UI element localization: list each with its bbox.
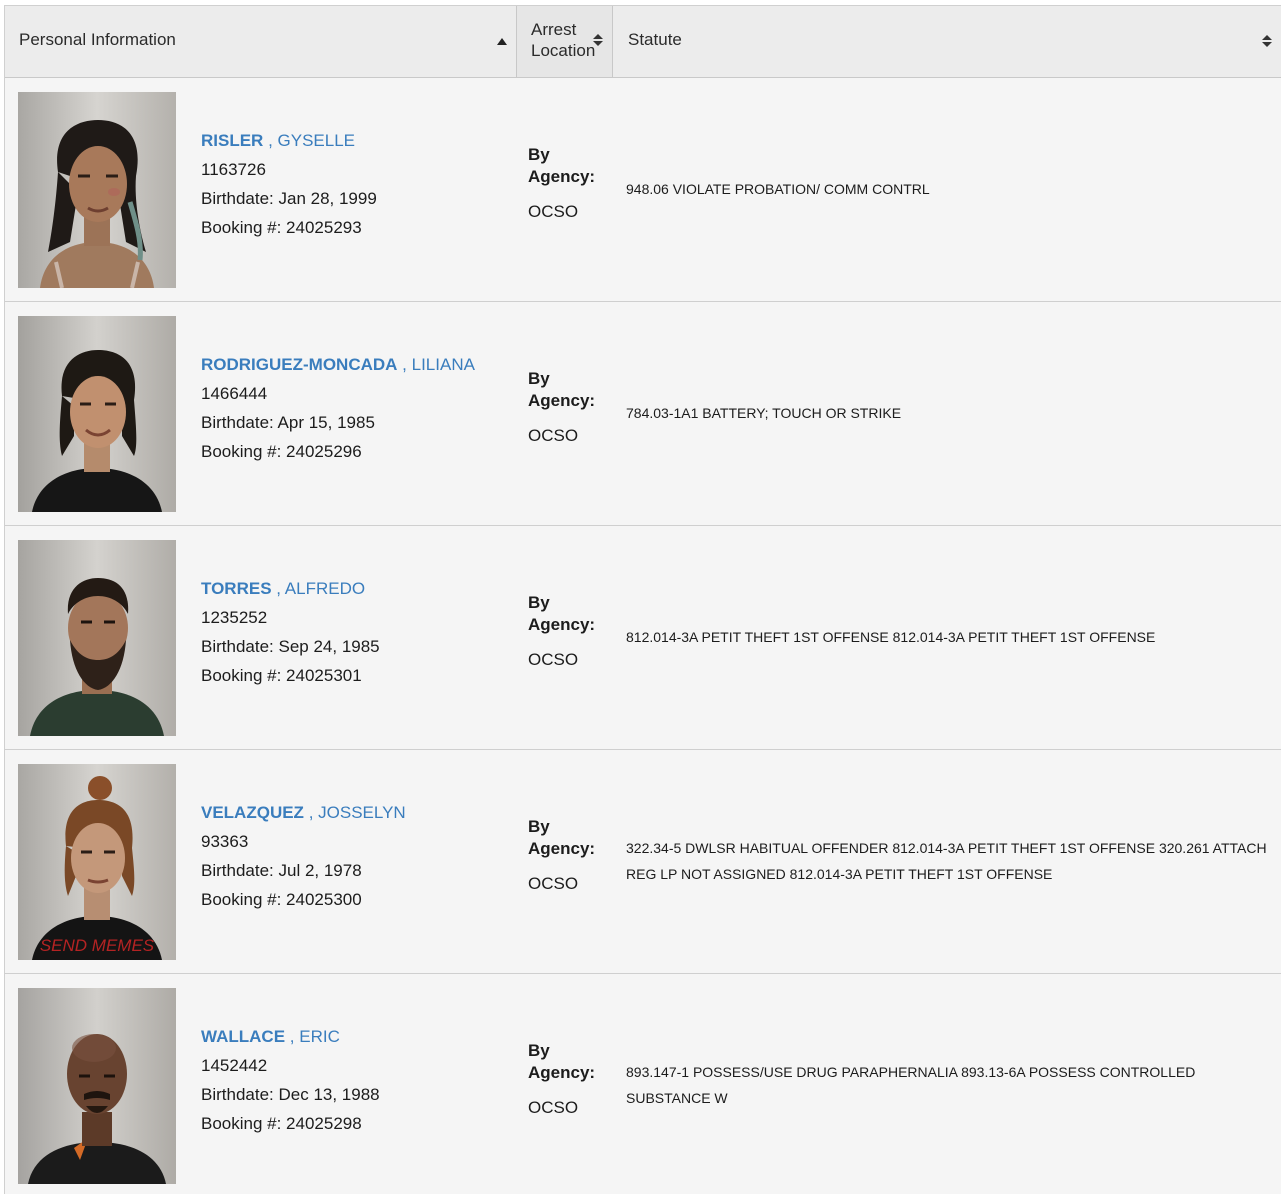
birthdate: Birthdate: Dec 13, 1988 xyxy=(201,1085,380,1104)
last-name: TORRES xyxy=(201,579,272,598)
arrest-location: By Agency: OCSO xyxy=(528,816,613,895)
agency-name: OCSO xyxy=(528,202,579,221)
inmate-name-link[interactable]: VELAZQUEZ , JOSSELYN xyxy=(201,803,516,823)
by-agency-label: By Agency: xyxy=(528,369,596,410)
statute-text: 322.34-5 DWLSR HABITUAL OFFENDER 812.014… xyxy=(626,840,1267,882)
table-row: TORRES , ALFREDO 1235252 Birthdate: Sep … xyxy=(5,526,1281,750)
last-name: RODRIGUEZ-MONCADA xyxy=(201,355,398,374)
inmate-id: 1452442 xyxy=(201,1056,268,1075)
by-agency-label: By Agency: xyxy=(528,145,596,186)
first-name: , JOSSELYN xyxy=(308,803,406,822)
birthdate: Birthdate: Jan 28, 1999 xyxy=(201,189,377,208)
mugshot-photo[interactable] xyxy=(18,988,176,1184)
agency-name: OCSO xyxy=(528,874,579,893)
sort-both-icon xyxy=(593,34,603,48)
person-info: TORRES , ALFREDO 1235252 Birthdate: Sep … xyxy=(201,579,516,686)
table-row: WALLACE , ERIC 1452442 Birthdate: Dec 13… xyxy=(5,974,1281,1194)
arrest-location: By Agency: OCSO xyxy=(528,144,613,223)
inmate-table: Personal Information Arrest Location Sta… xyxy=(4,5,1281,1194)
column-header-arrest-location[interactable]: Arrest Location xyxy=(516,6,613,77)
table-row: RODRIGUEZ-MONCADA , LILIANA 1466444 Birt… xyxy=(5,302,1281,526)
mugshot-photo[interactable] xyxy=(18,316,176,512)
statute-text: 784.03-1A1 BATTERY; TOUCH OR STRIKE xyxy=(626,405,902,421)
by-agency-label: By Agency: xyxy=(528,1041,596,1082)
mugshot-photo[interactable]: SEND MEMES xyxy=(18,764,176,960)
sort-ascending-icon xyxy=(497,38,507,45)
last-name: RISLER xyxy=(201,131,264,150)
inmate-id: 1235252 xyxy=(201,608,268,627)
booking-number: Booking #: 24025293 xyxy=(201,218,362,237)
table-row: RISLER , GYSELLE 1163726 Birthdate: Jan … xyxy=(5,78,1281,302)
mugshot-photo[interactable] xyxy=(18,92,176,288)
inmate-name-link[interactable]: RISLER , GYSELLE xyxy=(201,131,516,151)
first-name: , GYSELLE xyxy=(268,131,356,150)
inmate-name-link[interactable]: TORRES , ALFREDO xyxy=(201,579,516,599)
booking-number: Booking #: 24025296 xyxy=(201,442,362,461)
arrest-location: By Agency: OCSO xyxy=(528,368,613,447)
agency-name: OCSO xyxy=(528,1098,579,1117)
statute-text: 948.06 VIOLATE PROBATION/ COMM CONTRL xyxy=(626,181,930,197)
statute-text: 812.014-3A PETIT THEFT 1ST OFFENSE 812.0… xyxy=(626,629,1156,645)
inmate-id: 93363 xyxy=(201,832,249,851)
birthdate: Birthdate: Jul 2, 1978 xyxy=(201,861,362,880)
shirt-text: SEND MEMES xyxy=(40,936,155,955)
mugshot-photo[interactable] xyxy=(18,540,176,736)
booking-number: Booking #: 24025300 xyxy=(201,890,362,909)
first-name: , LILIANA xyxy=(402,355,475,374)
person-info: RISLER , GYSELLE 1163726 Birthdate: Jan … xyxy=(201,131,516,238)
agency-name: OCSO xyxy=(528,426,579,445)
table-row: SEND MEMES VELAZQUEZ , JOSSELYN 93363 Bi… xyxy=(5,750,1281,974)
statute-text: 893.147-1 POSSESS/USE DRUG PARAPHERNALIA… xyxy=(626,1064,1196,1106)
agency-name: OCSO xyxy=(528,650,579,669)
person-info: WALLACE , ERIC 1452442 Birthdate: Dec 13… xyxy=(201,1027,516,1134)
first-name: , ERIC xyxy=(289,1027,340,1046)
by-agency-label: By Agency: xyxy=(528,817,596,858)
column-header-statute[interactable]: Statute xyxy=(613,6,1281,77)
person-info: VELAZQUEZ , JOSSELYN 93363 Birthdate: Ju… xyxy=(201,803,516,910)
column-header-personal-information[interactable]: Personal Information xyxy=(5,6,516,77)
sort-both-icon xyxy=(1262,35,1272,49)
inmate-id: 1466444 xyxy=(201,384,268,403)
arrest-location: By Agency: OCSO xyxy=(528,592,613,671)
table-header: Personal Information Arrest Location Sta… xyxy=(5,6,1281,78)
last-name: WALLACE xyxy=(201,1027,286,1046)
by-agency-label: By Agency: xyxy=(528,593,596,634)
arrest-location: By Agency: OCSO xyxy=(528,1040,613,1119)
birthdate: Birthdate: Sep 24, 1985 xyxy=(201,637,380,656)
booking-number: Booking #: 24025301 xyxy=(201,666,362,685)
column-label: Statute xyxy=(628,30,682,49)
first-name: , ALFREDO xyxy=(276,579,366,598)
birthdate: Birthdate: Apr 15, 1985 xyxy=(201,413,375,432)
column-label: Personal Information xyxy=(19,30,176,49)
inmate-id: 1163726 xyxy=(201,160,266,179)
booking-number: Booking #: 24025298 xyxy=(201,1114,362,1133)
last-name: VELAZQUEZ xyxy=(201,803,304,822)
inmate-name-link[interactable]: RODRIGUEZ-MONCADA , LILIANA xyxy=(201,355,516,375)
inmate-name-link[interactable]: WALLACE , ERIC xyxy=(201,1027,516,1047)
person-info: RODRIGUEZ-MONCADA , LILIANA 1466444 Birt… xyxy=(201,355,516,462)
